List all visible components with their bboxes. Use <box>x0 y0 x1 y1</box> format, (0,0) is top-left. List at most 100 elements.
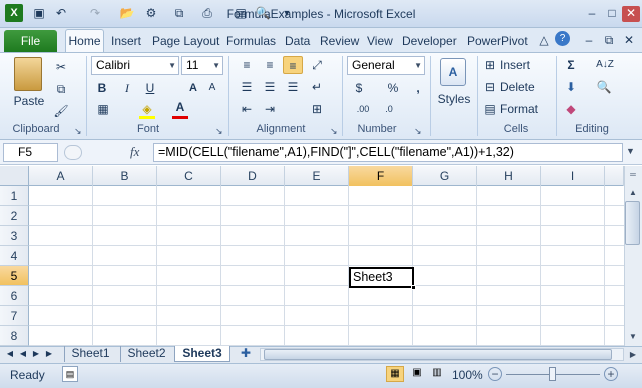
delete-cells-button[interactable]: Delete <box>500 78 535 96</box>
paste-button[interactable]: Paste <box>10 92 48 110</box>
orientation-icon[interactable]: ⤢ <box>308 56 326 74</box>
first-sheet-icon[interactable]: ◀ <box>5 346 15 362</box>
align-top-icon[interactable]: ≡ <box>238 56 256 74</box>
currency-button[interactable]: $ <box>351 79 367 97</box>
tab-file[interactable]: File <box>4 30 57 52</box>
column-header-a[interactable]: A <box>29 166 93 186</box>
expand-formula-bar-icon[interactable]: ▼ <box>626 146 635 156</box>
column-header-f[interactable]: F <box>349 166 413 186</box>
scroll-right-icon[interactable]: ▶ <box>626 348 640 361</box>
normal-view-icon[interactable]: ▦ <box>386 366 404 382</box>
next-sheet-icon[interactable]: ▶ <box>31 346 41 362</box>
insert-cells-icon[interactable]: ⊞ <box>483 56 497 74</box>
tab-view[interactable]: View <box>367 33 393 49</box>
tab-review[interactable]: Review <box>320 33 359 49</box>
copy-icon[interactable]: ⧉ <box>52 80 70 98</box>
underline-button[interactable]: U <box>142 79 158 97</box>
zoom-level[interactable]: 100% <box>452 368 483 382</box>
column-header-b[interactable]: B <box>93 166 157 186</box>
align-center-icon[interactable]: ☰ <box>261 78 279 96</box>
column-header-g[interactable]: G <box>413 166 477 186</box>
customize-toolbar-icon[interactable]: ▼ <box>278 4 296 22</box>
sheet-tab-1[interactable]: Sheet1 <box>64 346 116 362</box>
row-header-7[interactable]: 7 <box>0 306 29 326</box>
scroll-up-icon[interactable]: ▲ <box>626 186 640 200</box>
clear-icon[interactable]: ◆ <box>563 100 579 118</box>
minimize-button[interactable]: – <box>583 6 601 22</box>
formula-bar-expander[interactable] <box>64 145 82 160</box>
cut-icon[interactable]: ✂ <box>52 58 70 76</box>
format-cells-button[interactable]: Format <box>500 100 538 118</box>
delete-cells-icon[interactable]: ⊟ <box>483 78 497 96</box>
tab-data[interactable]: Data <box>285 33 310 49</box>
insert-sheet-icon[interactable]: ✚ <box>236 346 256 362</box>
sheet-tab-3[interactable]: Sheet3 <box>174 346 230 362</box>
column-header-h[interactable]: H <box>477 166 541 186</box>
number-launcher-icon[interactable]: ↘ <box>414 126 422 137</box>
grow-font-icon[interactable]: A <box>185 79 201 97</box>
decrease-indent-icon[interactable]: ⇤ <box>238 100 256 118</box>
doc-restore-icon[interactable]: ⧉ <box>600 31 618 49</box>
increase-indent-icon[interactable]: ⇥ <box>261 100 279 118</box>
clipboard-launcher-icon[interactable]: ↘ <box>74 126 82 137</box>
doc-close-icon[interactable]: ✕ <box>620 31 638 49</box>
sort-filter-icon[interactable]: A↓Z <box>594 56 616 74</box>
redo-icon[interactable]: ↷ <box>86 4 104 22</box>
font-launcher-icon[interactable]: ↘ <box>215 126 223 137</box>
row-header-2[interactable]: 2 <box>0 206 29 226</box>
undo-icon[interactable]: ↶ <box>52 4 70 22</box>
doc-minimize-icon[interactable]: – <box>580 31 598 49</box>
tab-powerpivot[interactable]: PowerPivot <box>467 33 528 49</box>
minimize-ribbon-icon[interactable]: △ <box>535 31 553 49</box>
align-right-icon[interactable]: ☰ <box>284 78 302 96</box>
number-format-select[interactable]: General ▼ <box>347 56 425 75</box>
bold-button[interactable]: B <box>94 79 110 97</box>
column-header-e[interactable]: E <box>285 166 349 186</box>
help-icon[interactable]: ? <box>555 31 570 46</box>
merge-center-icon[interactable]: ⊞ <box>308 100 326 118</box>
column-header-i[interactable]: I <box>541 166 605 186</box>
row-header-3[interactable]: 3 <box>0 226 29 246</box>
prev-sheet-icon[interactable]: ◀ <box>18 346 28 362</box>
column-header-d[interactable]: D <box>221 166 285 186</box>
row-header-4[interactable]: 4 <box>0 246 29 266</box>
column-header-partial[interactable] <box>605 166 624 186</box>
open-icon[interactable]: 📂 <box>118 4 136 22</box>
tab-page-layout[interactable]: Page Layout <box>152 33 219 49</box>
print-preview-icon[interactable]: ⎙ <box>198 4 216 22</box>
font-size-select[interactable]: 11 ▼ <box>181 56 223 75</box>
increase-decimal-icon[interactable]: .00 <box>352 100 374 118</box>
name-box[interactable]: F5 <box>3 143 58 162</box>
tab-formulas[interactable]: Formulas <box>226 33 276 49</box>
fill-handle[interactable] <box>411 285 416 290</box>
horizontal-scroll-thumb[interactable] <box>264 349 612 360</box>
fill-icon[interactable]: ⬇ <box>563 78 579 96</box>
row-header-5[interactable]: 5 <box>0 266 29 286</box>
italic-button[interactable]: I <box>119 79 135 97</box>
tab-home[interactable]: Home <box>65 29 104 53</box>
excel-logo-icon[interactable]: X <box>5 4 23 22</box>
close-button[interactable]: ✕ <box>622 6 640 22</box>
autosum-icon[interactable]: Σ <box>563 56 579 74</box>
find-select-icon[interactable]: 🔍 <box>594 78 614 96</box>
font-color-icon[interactable]: A <box>172 98 188 116</box>
tab-developer[interactable]: Developer <box>402 33 457 49</box>
row-header-6[interactable]: 6 <box>0 286 29 306</box>
sheet-tab-2[interactable]: Sheet2 <box>120 346 172 362</box>
align-middle-icon[interactable]: ≡ <box>261 56 279 74</box>
row-header-8[interactable]: 8 <box>0 326 29 346</box>
align-bottom-icon[interactable]: ≡ <box>283 56 303 74</box>
tab-insert[interactable]: Insert <box>111 33 141 49</box>
cell-grid[interactable] <box>29 186 624 346</box>
insert-function-icon[interactable]: fx <box>130 144 139 160</box>
preview-icon[interactable]: 🔍 <box>254 4 272 22</box>
font-name-select[interactable]: Calibri ▼ <box>91 56 179 75</box>
row-header-1[interactable]: 1 <box>0 186 29 206</box>
formula-input[interactable]: =MID(CELL("filename",A1),FIND("]",CELL("… <box>153 143 623 162</box>
active-cell[interactable]: Sheet3 <box>349 267 416 290</box>
scroll-thumb[interactable] <box>625 201 640 245</box>
zoom-in-icon[interactable]: + <box>604 367 618 381</box>
percent-button[interactable]: % <box>385 79 401 97</box>
styles-button[interactable]: Styles <box>436 90 472 108</box>
wrap-text-icon[interactable]: ↵ <box>308 78 326 96</box>
